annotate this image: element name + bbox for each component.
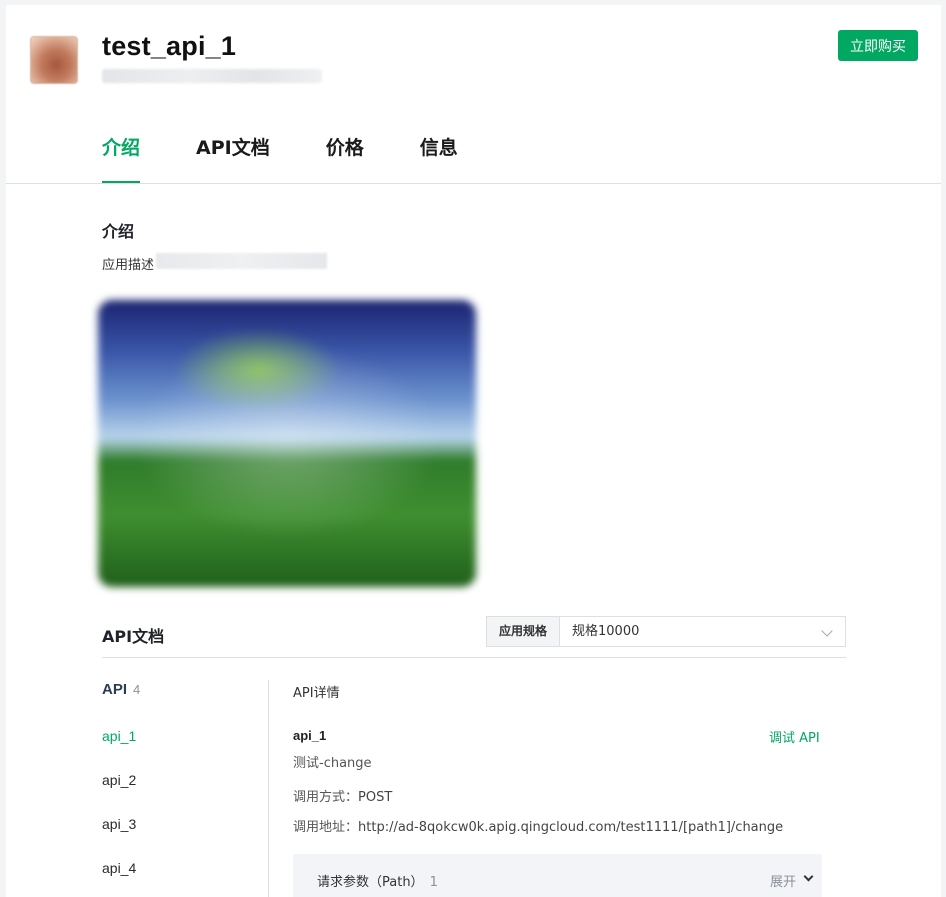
request-params-panel[interactable]: 请求参数（Path） 1 展开 bbox=[293, 854, 822, 897]
intro-section-title: 介绍 bbox=[102, 222, 135, 241]
api-list-label: API bbox=[102, 681, 128, 698]
tab-intro[interactable]: 介绍 bbox=[102, 133, 141, 183]
api-detail-title: API详情 bbox=[293, 686, 340, 701]
call-method-label: 调用方式： bbox=[293, 790, 359, 805]
api-description: 测试-change bbox=[293, 756, 372, 771]
api-list-item-api-1[interactable]: api_1 bbox=[102, 728, 136, 744]
buy-now-button[interactable]: 立即购买 bbox=[838, 30, 918, 61]
call-method-value: POST bbox=[358, 790, 393, 805]
app-subtitle-redacted bbox=[102, 69, 322, 83]
tab-api-docs[interactable]: API文档 bbox=[196, 133, 270, 183]
api-name: api_1 bbox=[293, 728, 327, 743]
request-params-title: 请求参数（Path） 1 bbox=[317, 871, 438, 890]
list-divider bbox=[268, 680, 269, 897]
spec-label: 应用规格 bbox=[487, 617, 560, 646]
tab-price[interactable]: 价格 bbox=[326, 133, 364, 183]
call-method-row: 调用方式：POST bbox=[293, 786, 392, 805]
request-params-label: 请求参数（Path） bbox=[317, 875, 424, 890]
app-title: test_api_1 bbox=[102, 31, 237, 61]
debug-api-link[interactable]: 调试 API bbox=[769, 727, 820, 746]
tab-info[interactable]: 信息 bbox=[420, 133, 458, 183]
chevron-down-icon bbox=[821, 625, 833, 637]
app-avatar bbox=[30, 36, 78, 84]
call-address-label: 调用地址： bbox=[293, 820, 359, 835]
description-redacted bbox=[156, 253, 327, 269]
api-list-item-api-4[interactable]: api_4 bbox=[102, 860, 136, 876]
call-address-value: http://ad-8qokcw0k.apig.qingcloud.com/te… bbox=[358, 820, 784, 835]
api-doc-title: API文档 bbox=[102, 627, 165, 646]
app-detail-card: test_api_1 立即购买 介绍 API文档 价格 信息 介绍 应用描述 A… bbox=[6, 5, 941, 897]
tabs-divider bbox=[6, 183, 941, 184]
expand-toggle[interactable]: 展开 bbox=[770, 871, 796, 890]
chevron-down-icon bbox=[803, 871, 814, 882]
intro-image bbox=[98, 300, 476, 587]
request-params-count: 1 bbox=[429, 875, 438, 890]
spec-selector: 应用规格 规格10000 bbox=[486, 616, 846, 647]
api-divider bbox=[102, 657, 846, 658]
call-address-row: 调用地址：http://ad-8qokcw0k.apig.qingcloud.c… bbox=[293, 816, 783, 835]
description-label: 应用描述 bbox=[102, 258, 155, 273]
api-list-title: API 4 bbox=[102, 681, 140, 698]
api-list-item-api-3[interactable]: api_3 bbox=[102, 816, 136, 832]
spec-select[interactable]: 规格10000 bbox=[560, 617, 845, 646]
spec-value: 规格10000 bbox=[572, 624, 640, 639]
api-count: 4 bbox=[133, 682, 141, 697]
tab-bar: 介绍 API文档 价格 信息 bbox=[102, 133, 514, 183]
api-list-item-api-2[interactable]: api_2 bbox=[102, 772, 136, 788]
